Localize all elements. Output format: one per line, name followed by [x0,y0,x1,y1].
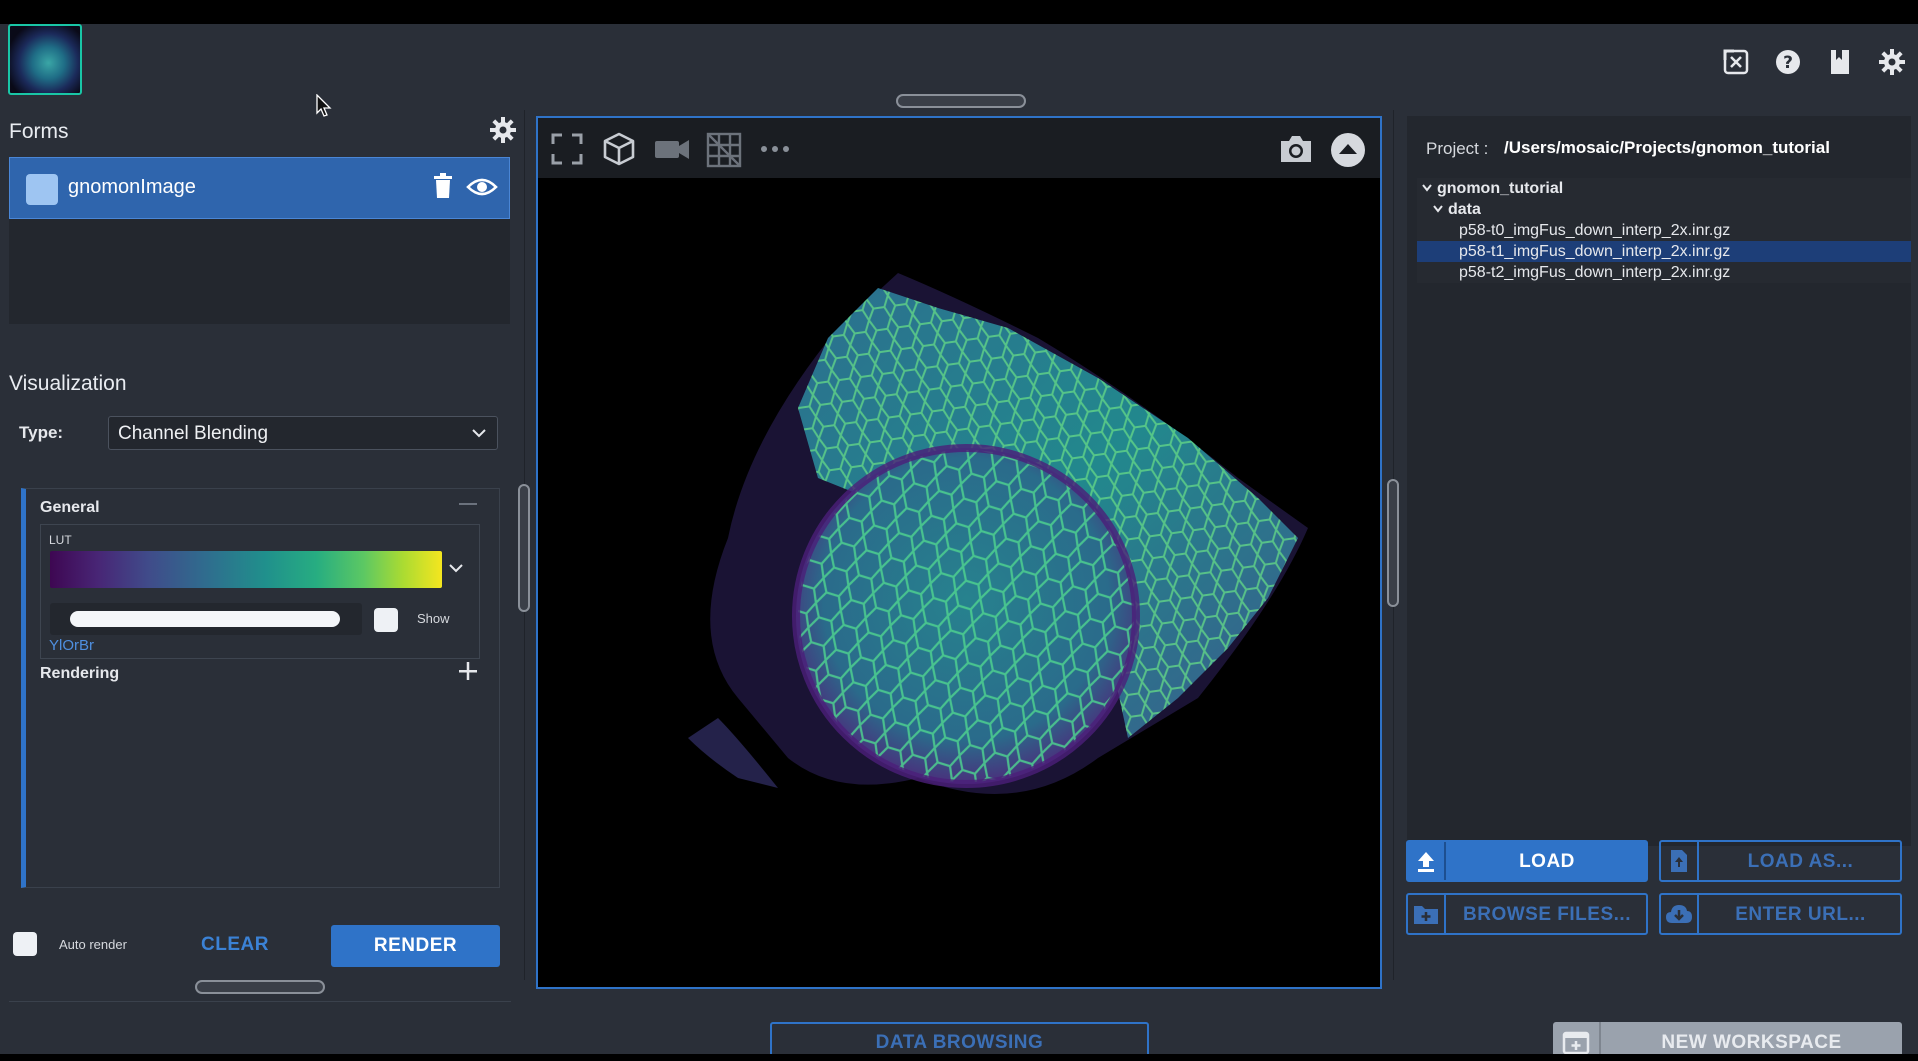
tree-label: p58-t1_imgFus_down_interp_2x.inr.gz [1459,243,1731,260]
visualization-title: Visualization [9,372,127,395]
trash-icon[interactable] [432,173,454,204]
project-path: /Users/mosaic/Projects/gnomon_tutorial [1504,138,1830,157]
tree-label: data [1448,201,1481,218]
project-panel: Project : /Users/mosaic/Projects/gnomon_… [1407,116,1911,846]
snapshot-icon[interactable] [1278,132,1312,166]
render-button[interactable]: RENDER [331,925,500,967]
browse-files-button-label: BROWSE FILES... [1463,904,1631,925]
rendering-title: Rendering [40,665,120,682]
load-button-label: LOAD [1519,851,1575,872]
workspace-thumbnail[interactable] [8,24,82,95]
general-panel: General LUT Show YlOrBr Rendering [21,488,500,888]
new-workspace-label: NEW WORKSPACE [1661,1032,1842,1053]
clear-button[interactable]: CLEAR [170,926,300,964]
more-icon[interactable] [758,132,792,166]
form-item-label: gnomonImage [68,176,196,198]
cube-icon[interactable] [602,132,636,166]
collapse-minus-icon[interactable] [458,494,478,514]
tree-file[interactable]: p58-t0_imgFus_down_interp_2x.inr.gz [1417,220,1911,241]
3d-viewer[interactable] [536,116,1382,989]
form-item-gnomonimage[interactable]: gnomonImage [9,157,510,219]
tree-label: p58-t0_imgFus_down_interp_2x.inr.gz [1459,222,1731,239]
enter-url-button-label: ENTER URL... [1735,904,1866,925]
tree-folder-gnomon-tutorial[interactable]: gnomon_tutorial [1417,178,1911,199]
bottom-black-bar [0,1054,1918,1061]
lut-range-slider[interactable] [70,611,340,627]
tree-file-selected[interactable]: p58-t1_imgFus_down_interp_2x.inr.gz [1417,241,1911,262]
load-as-button-label: LOAD AS... [1747,851,1854,872]
video-camera-icon[interactable] [654,132,689,166]
general-title: General [40,499,100,516]
type-label: Type: [19,423,64,442]
tree-folder-data[interactable]: data [1417,199,1911,220]
lut-colormap-bar[interactable] [50,551,442,588]
chevron-down-icon [472,429,486,438]
lut-label: LUT [49,533,72,547]
eye-icon[interactable] [466,173,498,206]
project-label: Project : [1426,139,1489,158]
bookmark-icon[interactable] [1824,46,1856,78]
auto-render-label: Auto render [59,937,127,952]
lut-chevron-down-icon[interactable] [448,560,464,581]
forms-list: gnomonImage [9,157,510,324]
visualization-type-select[interactable]: Channel Blending [108,416,498,450]
tree-file[interactable]: p58-t2_imgFus_down_interp_2x.inr.gz [1417,262,1911,283]
chevron-down-icon[interactable] [1432,203,1444,215]
help-icon[interactable]: ? [1772,46,1804,78]
cloud-download-icon [1661,895,1699,933]
load-as-button[interactable]: LOAD AS... [1659,840,1902,882]
settings-icon[interactable] [1876,46,1908,78]
forms-settings-icon[interactable] [489,116,517,144]
load-button[interactable]: LOAD [1406,840,1648,882]
left-bottom-resize-handle[interactable] [195,980,325,994]
show-checkbox[interactable] [374,608,398,632]
show-label: Show [417,611,450,626]
svg-text:?: ? [1783,53,1793,73]
grid-icon[interactable] [706,132,742,168]
tree-label: gnomon_tutorial [1437,180,1564,197]
enter-url-button[interactable]: ENTER URL... [1659,893,1902,935]
viewer-toolbar [538,118,1380,178]
type-select-value: Channel Blending [118,423,269,444]
top-black-bar [0,0,1918,24]
tree-label: p58-t2_imgFus_down_interp_2x.inr.gz [1459,264,1731,281]
chevron-down-icon[interactable] [1421,182,1433,194]
top-resize-handle[interactable] [896,94,1026,108]
left-divider [9,1001,511,1002]
top-right-toolbar: ? [1720,46,1908,78]
volume-render-canvas[interactable] [538,178,1380,987]
fullscreen-icon[interactable] [550,132,584,166]
expand-plus-icon[interactable] [456,659,480,683]
form-color-swatch[interactable] [26,174,58,205]
upload-icon [1408,842,1446,880]
forms-title: Forms [9,120,69,143]
right-splitter-handle[interactable] [1387,479,1399,607]
close-window-icon[interactable] [1720,46,1752,78]
app-window: ? Forms gnomonImage Visualization Type: … [0,24,1918,1061]
file-icon [1661,842,1699,880]
project-file-tree: gnomon_tutorial data p58-t0_imgFus_down_… [1417,178,1911,283]
collapse-up-icon[interactable] [1330,132,1365,167]
browse-files-button[interactable]: BROWSE FILES... [1406,893,1648,935]
auto-render-checkbox[interactable] [13,932,37,956]
lut-name: YlOrBr [49,637,94,654]
left-panel: Forms gnomonImage Visualization Type: Ch… [0,110,520,1002]
folder-plus-icon [1408,895,1446,933]
lut-box: LUT Show YlOrBr [40,524,480,659]
